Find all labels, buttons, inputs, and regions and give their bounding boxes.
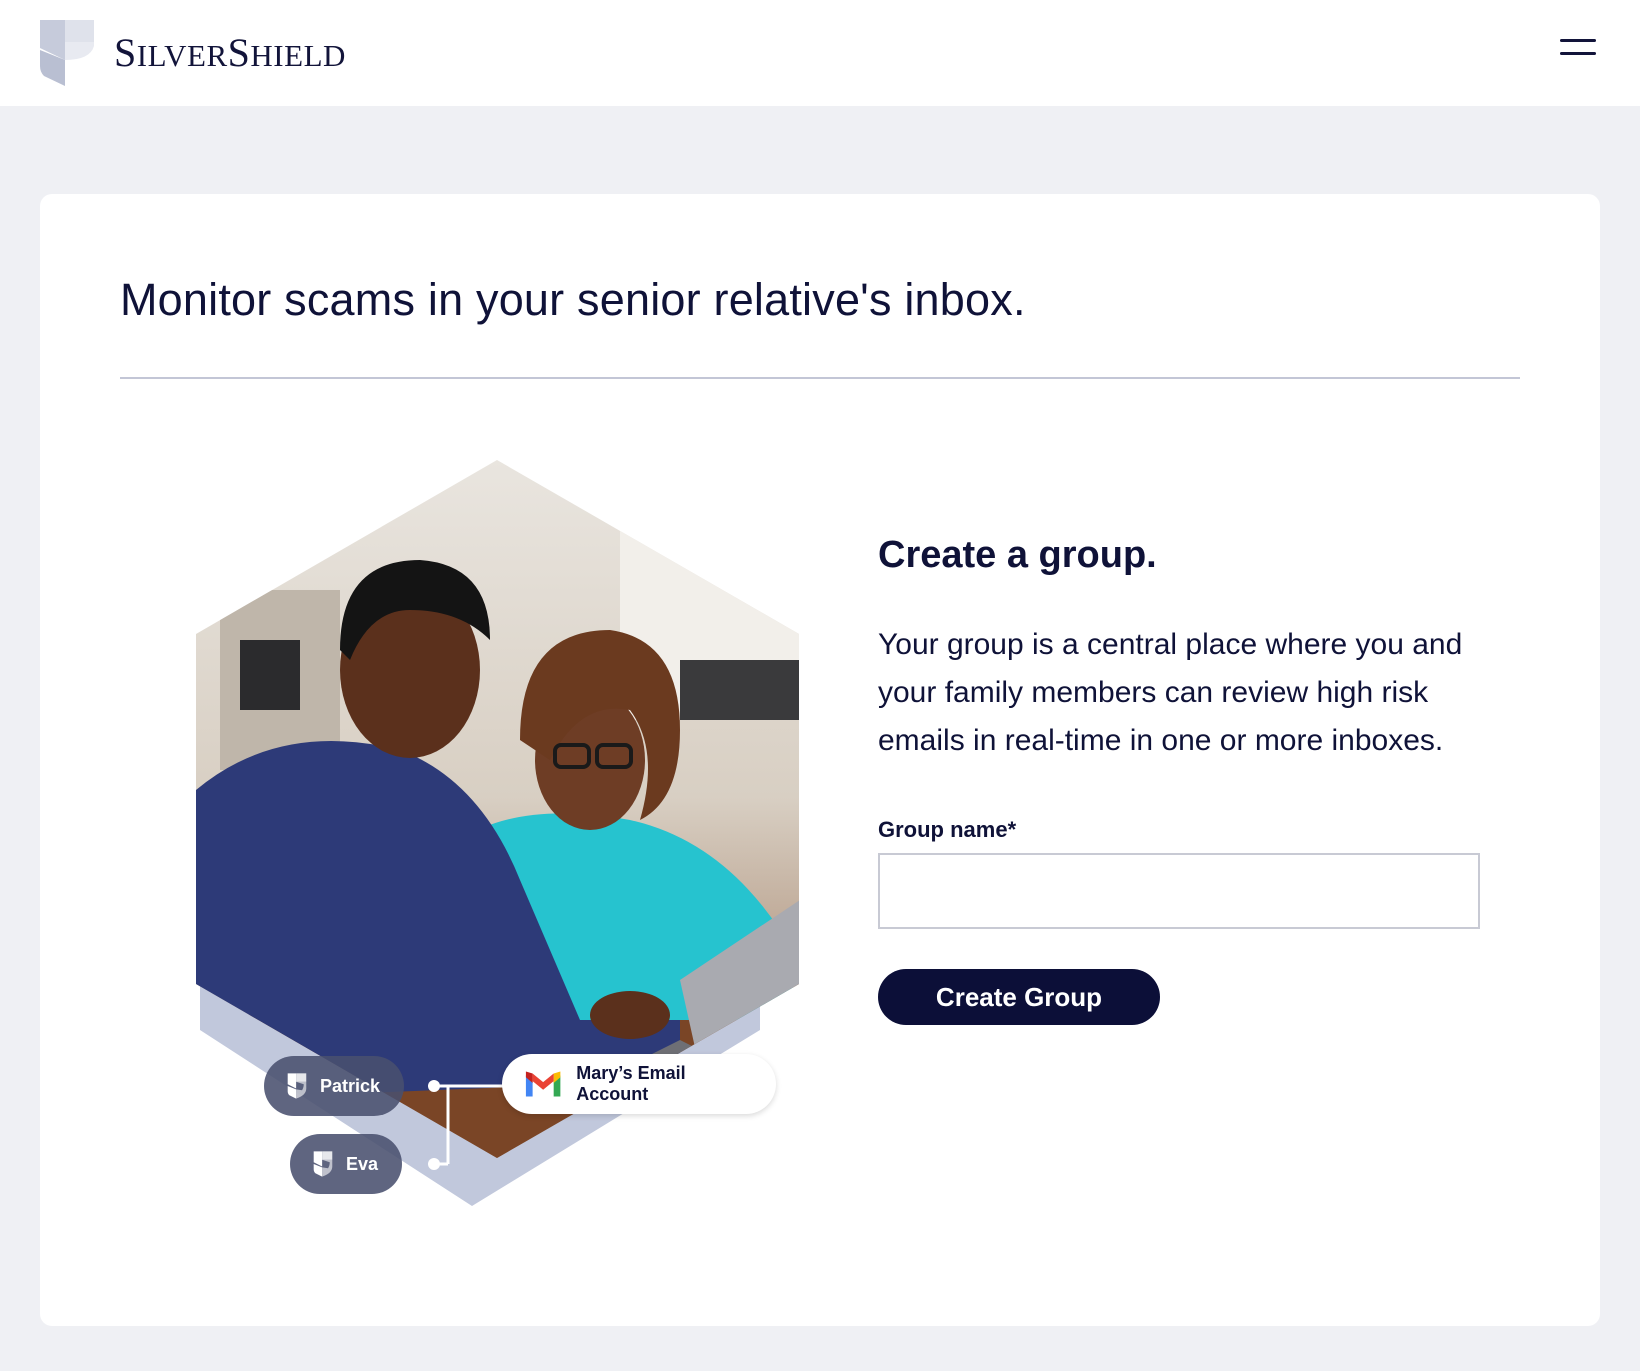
create-group-form: Create a group. Your group is a central … (878, 534, 1518, 1025)
create-group-button[interactable]: Create Group (878, 969, 1160, 1025)
form-description: Your group is a central place where you … (878, 628, 1463, 757)
member-chip-eva: Eva (290, 1134, 402, 1194)
chip-label-patrick: Patrick (319, 1075, 380, 1096)
group-name-label: Group name* (878, 817, 1017, 842)
chip-label-eva: Eva (345, 1153, 378, 1174)
brand-logo-link[interactable]: SILVERSHIELD (40, 20, 346, 86)
page-title: Monitor scams in your senior relative's … (120, 274, 1026, 325)
chip-label-mary: Mary’s Email Account (576, 1063, 686, 1104)
member-chip-patrick: Patrick (264, 1056, 404, 1116)
gmail-icon (525, 1071, 561, 1097)
email-account-chip: Mary’s Email Account (502, 1054, 776, 1114)
group-name-input[interactable] (878, 853, 1480, 929)
title-divider (120, 377, 1520, 379)
shield-logo-icon (40, 20, 94, 86)
brand-name: SILVERSHIELD (114, 30, 346, 75)
shield-icon (287, 1073, 307, 1099)
main-card: Monitor scams in your senior relative's … (40, 194, 1600, 1326)
form-heading: Create a group. (878, 534, 1157, 576)
hamburger-menu-icon[interactable] (1560, 36, 1596, 60)
shield-icon (313, 1151, 333, 1177)
hero-illustration: Patrick Eva Mary’s Email Account (160, 460, 800, 1210)
top-header: SILVERSHIELD (0, 0, 1640, 106)
